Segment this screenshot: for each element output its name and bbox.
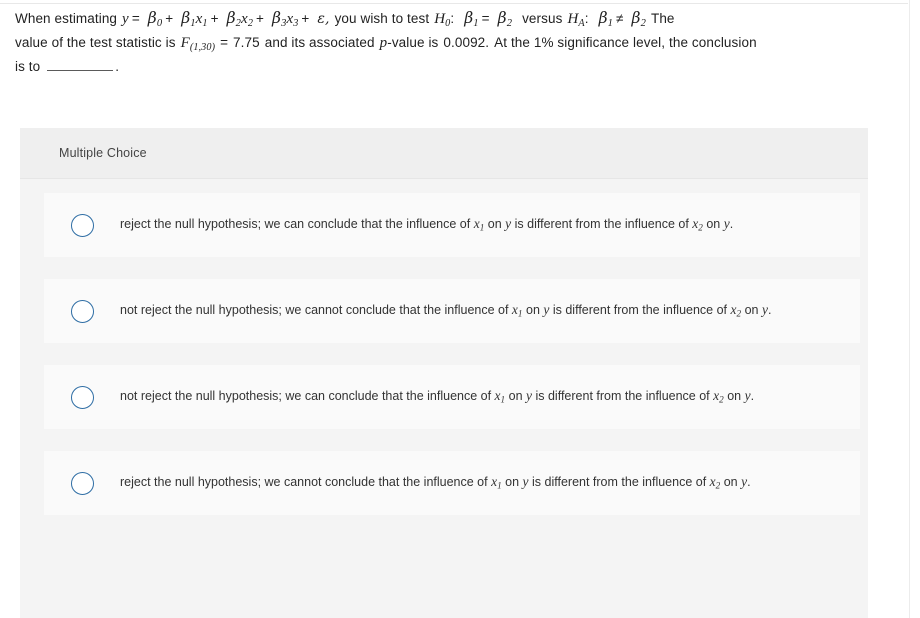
stem-h0: H0 — [434, 11, 451, 29]
radio-button-option-c[interactable] — [70, 386, 94, 409]
math-variable: y — [526, 388, 532, 403]
radio-button-option-d[interactable] — [70, 472, 94, 495]
stem-plus-1: + — [165, 11, 174, 26]
question-line-1: When estimating y = β0 + β1x1 + β2x2 + β3x3 + ε, you… — [15, 6, 865, 31]
math-variable: y — [723, 216, 730, 231]
radio-button-option-a[interactable] — [70, 214, 94, 237]
stem-pvalue-label: -value is — [387, 35, 439, 50]
stem-ha: HA — [567, 11, 585, 29]
page-scrollbar[interactable] — [909, 0, 920, 618]
stem-beta0: β0 — [147, 9, 163, 29]
math-variable: y — [744, 388, 751, 403]
math-variable: x1 — [491, 474, 502, 491]
radio-cell — [44, 385, 120, 409]
stem-wish-text: you wish to test — [334, 11, 430, 26]
stem-h0-equals: = — [481, 11, 490, 26]
stem-ha-beta2: β2 — [631, 9, 646, 29]
stem-plus-2: + — [210, 11, 219, 26]
stem-ha-beta1: β1 — [598, 9, 614, 29]
top-divider — [0, 3, 908, 4]
answer-card-header: Multiple Choice — [20, 128, 868, 179]
question-line-3: is to. — [15, 55, 865, 79]
math-variable: x1 — [494, 388, 506, 405]
math-variable: y — [543, 302, 550, 317]
option-row[interactable]: reject the null hypothesis; we can concl… — [44, 193, 860, 257]
stem-beta3: β3 — [272, 9, 287, 29]
stem-stat-prefix: value of the test statistic is — [15, 35, 176, 50]
stem-significance-text: At the 1% significance level, the conclu… — [494, 35, 757, 50]
radio-button-option-b[interactable] — [70, 300, 94, 323]
stem-epsilon: ε, — [317, 11, 330, 27]
answer-blank — [47, 58, 114, 71]
stem-x2: x2 — [241, 11, 254, 29]
question-stem: When estimating y = β0 + β1x1 + β2x2 + β3x3 + ε, you… — [15, 6, 865, 79]
option-label-option-b: not reject the null hypothesis; we canno… — [120, 302, 772, 319]
math-variable: y — [741, 474, 748, 489]
radio-cell — [44, 299, 120, 323]
question-line-2: value of the test statistic is F(1,30) = 7.… — [15, 31, 865, 55]
math-variable: x2 — [709, 474, 721, 491]
stem-h0-beta2: β2 — [497, 9, 513, 29]
stem-tail-the: The — [650, 11, 675, 26]
stem-plus-4: + — [301, 11, 310, 26]
math-variable: x2 — [692, 216, 703, 233]
stem-colon-2: : — [584, 11, 589, 26]
option-label-option-d: reject the null hypothesis; we cannot co… — [120, 474, 751, 491]
stem-h0-beta1: β1 — [464, 9, 479, 29]
stem-intro: When estimating — [15, 11, 118, 26]
stem-f-statistic: F(1,30) — [180, 35, 216, 53]
question-page: When estimating y = β0 + β1x1 + β2x2 + β3x3 + ε, you… — [0, 0, 920, 618]
stem-versus: versus — [522, 11, 563, 26]
math-variable: y — [505, 216, 512, 231]
math-variable: y — [522, 474, 529, 489]
stem-stat-equals: = — [220, 35, 229, 50]
option-row[interactable]: not reject the null hypothesis; we can c… — [44, 365, 860, 429]
answer-card: Multiple Choice reject the null hypothes… — [20, 128, 868, 618]
stem-y: y — [122, 11, 129, 27]
math-variable: y — [761, 302, 768, 317]
stem-period: . — [115, 59, 120, 74]
stem-equals: = — [131, 11, 140, 26]
stem-not-equals: ≠ — [616, 11, 624, 26]
stem-stat-mid: and its associated — [264, 35, 375, 50]
stem-plus-3: + — [256, 11, 264, 26]
stem-colon-1: : — [450, 11, 455, 26]
radio-cell — [44, 471, 120, 495]
question-type-label: Multiple Choice — [59, 146, 147, 160]
stem-beta2: β2 — [226, 9, 242, 29]
math-variable: x2 — [730, 302, 742, 319]
stem-stat-value: 7.75 — [233, 35, 260, 50]
radio-cell — [44, 213, 120, 237]
option-row[interactable]: reject the null hypothesis; we cannot co… — [44, 451, 860, 515]
stem-conclusion-prefix: is to — [15, 59, 41, 74]
stem-p-value: 0.0092. — [443, 35, 490, 50]
stem-x3: x3 — [286, 11, 299, 29]
math-variable: x1 — [473, 216, 485, 233]
math-variable: x1 — [511, 302, 523, 319]
option-label-option-a: reject the null hypothesis; we can concl… — [120, 216, 734, 233]
options-list: reject the null hypothesis; we can concl… — [20, 179, 868, 515]
option-row[interactable]: not reject the null hypothesis; we canno… — [44, 279, 860, 343]
stem-x1: x1 — [195, 11, 208, 29]
stem-beta1: β1 — [181, 9, 196, 29]
math-variable: x2 — [713, 388, 724, 405]
option-label-option-c: not reject the null hypothesis; we can c… — [120, 388, 755, 405]
